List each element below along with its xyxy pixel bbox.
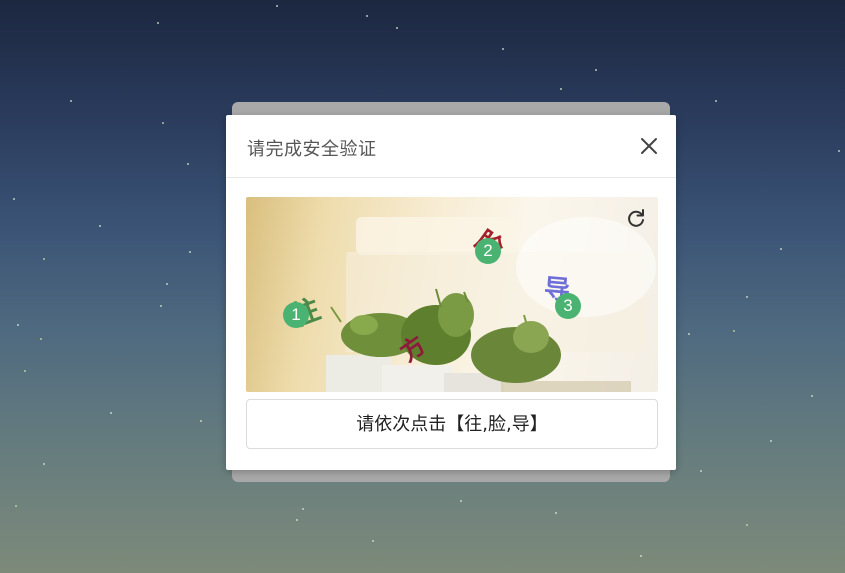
- click-marker-2[interactable]: 2: [475, 238, 501, 264]
- dialog-header: 请完成安全验证: [226, 115, 676, 178]
- dialog-title: 请完成安全验证: [247, 139, 377, 160]
- close-icon[interactable]: [636, 133, 662, 159]
- security-verification-dialog: 请完成安全验证 导 方 1 2 3 请依次点击【往,脸,导】: [226, 115, 676, 470]
- instruction-bar: 请依次点击【往,脸,导】: [246, 399, 658, 449]
- captcha-image[interactable]: 往 脸 导 方 1 2 3: [246, 197, 658, 392]
- refresh-icon[interactable]: [624, 207, 648, 231]
- click-marker-1[interactable]: 1: [283, 302, 309, 328]
- click-marker-3[interactable]: 3: [555, 293, 581, 319]
